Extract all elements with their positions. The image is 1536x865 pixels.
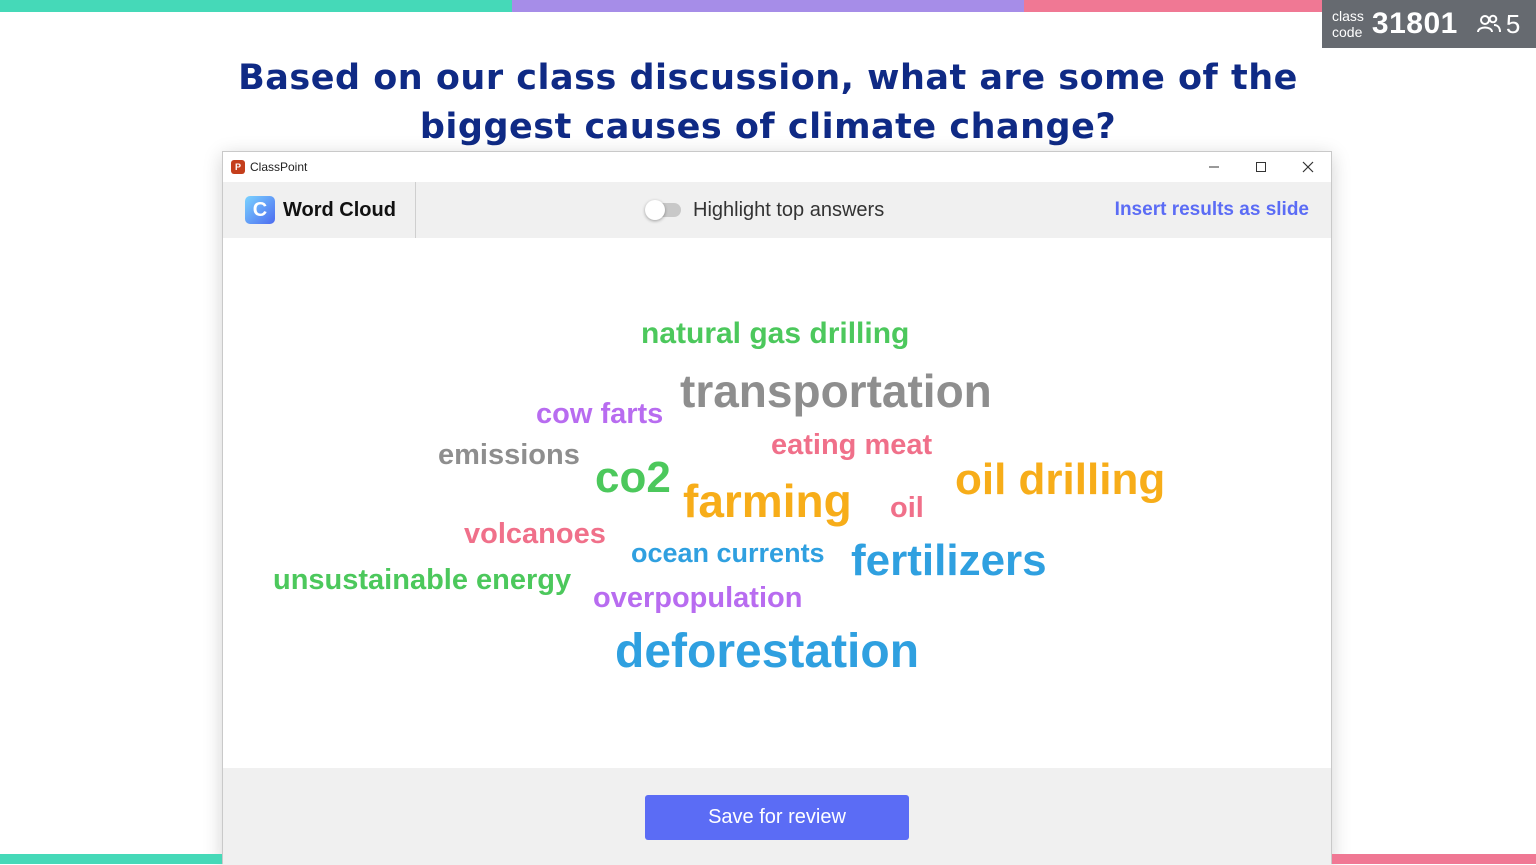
cloud-word: volcanoes — [464, 518, 606, 550]
activity-title: Word Cloud — [283, 198, 396, 221]
cloud-word: fertilizers — [851, 536, 1047, 585]
cloud-word: natural gas drilling — [641, 317, 910, 350]
class-code-badge[interactable]: class code 31801 5 — [1322, 0, 1536, 48]
maximize-button[interactable] — [1237, 152, 1284, 182]
cloud-word: deforestation — [615, 625, 920, 678]
participant-number: 5 — [1505, 8, 1521, 39]
window-title: ClassPoint — [250, 160, 308, 174]
highlight-toggle-label[interactable]: Highlight top answers — [693, 199, 884, 222]
question-title: Based on our class discussion, what are … — [160, 54, 1376, 152]
cloud-word: eating meat — [771, 429, 933, 461]
classpoint-window: P ClassPoint C Word Cloud Highlight top … — [222, 151, 1332, 865]
cloud-word: overpopulation — [593, 582, 803, 614]
highlight-toggle[interactable] — [645, 200, 681, 220]
question-line-2: biggest causes of climate change? — [419, 107, 1117, 147]
close-button[interactable] — [1284, 152, 1331, 182]
classpoint-logo-icon: C — [245, 196, 275, 224]
word-cloud: natural gas drilling transportation cow … — [223, 238, 1331, 768]
window-controls — [1190, 152, 1331, 182]
activity-toolbar: C Word Cloud Highlight top answers Inser… — [223, 182, 1331, 238]
cloud-word: unsustainable energy — [273, 564, 572, 596]
toggle-knob — [645, 200, 665, 220]
cloud-word: oil — [890, 492, 924, 524]
highlight-toggle-group[interactable]: Highlight top answers — [645, 182, 884, 238]
people-icon — [1476, 14, 1501, 33]
question-line-1: Based on our class discussion, what are … — [238, 58, 1298, 98]
cloud-word: co2 — [595, 453, 671, 502]
activity-type: C Word Cloud — [223, 182, 416, 238]
cloud-word: ocean currents — [631, 538, 825, 568]
class-code-label: class code — [1332, 8, 1364, 40]
save-for-review-button[interactable]: Save for review — [645, 795, 909, 840]
cloud-word: oil drilling — [955, 455, 1166, 504]
top-color-bar — [0, 0, 1536, 12]
minimize-icon — [1208, 166, 1219, 168]
participant-count[interactable]: 5 — [1476, 9, 1520, 40]
bottom-color-bar — [0, 854, 1536, 864]
cloud-word: cow farts — [536, 398, 664, 430]
close-icon — [1302, 161, 1313, 173]
insert-results-link[interactable]: Insert results as slide — [1115, 182, 1309, 238]
cloud-word: emissions — [438, 439, 580, 471]
cloud-word: transportation — [680, 365, 992, 417]
minimize-button[interactable] — [1190, 152, 1237, 182]
maximize-icon — [1255, 162, 1266, 172]
class-code-number: 31801 — [1371, 7, 1458, 40]
window-footer: Save for review — [223, 768, 1331, 865]
window-titlebar[interactable]: P ClassPoint — [223, 152, 1331, 182]
cloud-word: farming — [683, 475, 852, 527]
powerpoint-icon: P — [231, 160, 245, 174]
